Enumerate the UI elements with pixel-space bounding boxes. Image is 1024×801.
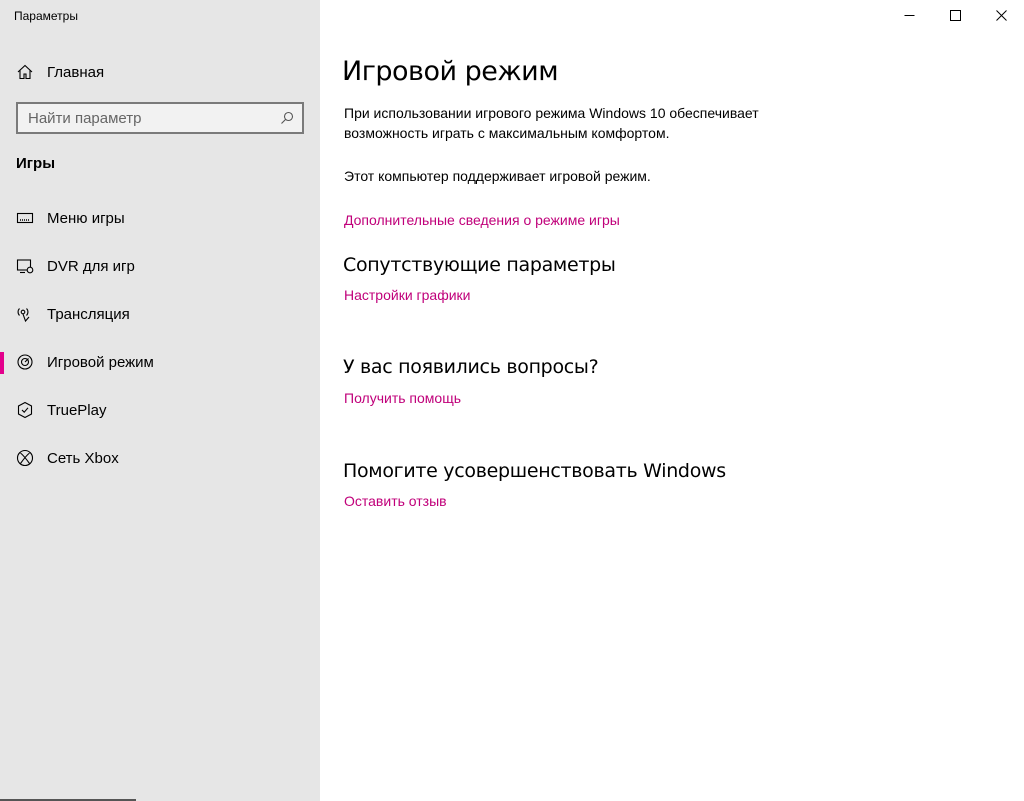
sidebar-item-game-mode[interactable]: Игровой режим [0, 338, 320, 386]
sidebar-item-broadcast[interactable]: Трансляция [0, 290, 320, 338]
sidebar-item-game-bar[interactable]: Меню игры [0, 194, 320, 242]
close-button[interactable] [978, 0, 1024, 30]
minimize-icon [904, 14, 914, 16]
improve-windows-heading: Помогите усовершенствовать Windows [343, 460, 726, 482]
sidebar-item-label: DVR для игр [47, 257, 135, 275]
xbox-icon [16, 449, 34, 467]
related-settings-heading: Сопутствующие параметры [343, 254, 616, 276]
sidebar-item-home[interactable]: Главная [0, 54, 320, 90]
page-description: При использовании игрового режима Window… [344, 103, 824, 143]
maximize-button[interactable] [932, 0, 978, 30]
sidebar-item-label: Трансляция [47, 305, 130, 323]
minimize-button[interactable] [886, 0, 932, 30]
description-line: При использовании игрового режима Window… [344, 105, 759, 121]
broadcast-icon [16, 305, 34, 323]
window-controls [886, 0, 1024, 30]
search-icon[interactable] [280, 111, 294, 125]
close-icon [995, 9, 1007, 21]
support-status-text: Этот компьютер поддерживает игровой режи… [344, 168, 651, 184]
more-info-link[interactable]: Дополнительные сведения о режиме игры [344, 212, 620, 228]
game-dvr-icon [16, 257, 34, 275]
search-box[interactable] [16, 102, 304, 134]
maximize-icon [949, 9, 961, 21]
sidebar-item-label: Меню игры [47, 209, 125, 227]
graphics-settings-link[interactable]: Настройки графики [344, 287, 471, 303]
home-icon [16, 63, 34, 81]
sidebar-item-label: Сеть Xbox [47, 449, 119, 467]
trueplay-icon [16, 401, 34, 419]
sidebar-item-xbox[interactable]: Сеть Xbox [0, 434, 320, 482]
search-input[interactable] [28, 109, 268, 127]
sidebar: Параметры Главная Игры [0, 0, 320, 801]
page-title: Игровой режим [342, 56, 559, 87]
sidebar-item-label: Главная [47, 63, 105, 81]
description-line: возможность играть с максимальным комфор… [344, 125, 670, 141]
questions-heading: У вас появились вопросы? [343, 356, 599, 378]
game-mode-icon [16, 353, 34, 371]
sidebar-item-label: Игровой режим [47, 353, 154, 371]
section-heading: Игры [16, 155, 56, 172]
get-help-link[interactable]: Получить помощь [344, 390, 461, 406]
app-title: Параметры [14, 9, 78, 23]
sidebar-item-game-dvr[interactable]: DVR для игр [0, 242, 320, 290]
settings-window: Параметры Главная Игры [0, 0, 1024, 801]
sidebar-item-label: TruePlay [47, 401, 107, 419]
sidebar-nav: Меню игры DVR для игр Трансляция Игровой… [0, 194, 320, 482]
game-bar-icon [16, 209, 34, 227]
main-content: Игровой режим При использовании игрового… [320, 0, 1024, 801]
sidebar-item-trueplay[interactable]: TruePlay [0, 386, 320, 434]
give-feedback-link[interactable]: Оставить отзыв [344, 493, 447, 509]
